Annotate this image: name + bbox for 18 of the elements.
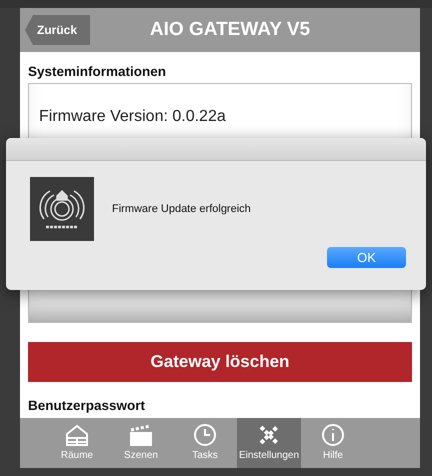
page-title: AIO GATEWAY V5 bbox=[150, 19, 310, 40]
house-icon bbox=[64, 422, 90, 448]
tab[interactable]: Tasks bbox=[173, 418, 237, 468]
section-heading: Benutzerpasswort bbox=[28, 398, 146, 413]
dialog-message: Firmware Update erfolgreich bbox=[112, 203, 251, 215]
clapperboard-icon bbox=[128, 422, 154, 448]
tab[interactable]: Hilfe bbox=[301, 418, 365, 468]
tab[interactable]: Einstellungen bbox=[237, 418, 301, 468]
clock-icon bbox=[192, 422, 218, 448]
ok-button[interactable]: OK bbox=[327, 247, 406, 268]
info-icon bbox=[320, 422, 346, 448]
tab[interactable]: Szenen bbox=[109, 418, 173, 468]
firmware-version: Firmware Version: 0.0.22a bbox=[39, 108, 227, 126]
tab[interactable]: Räume bbox=[45, 418, 109, 468]
logo-icon bbox=[30, 177, 94, 241]
back-button[interactable]: Zurück bbox=[25, 15, 90, 45]
section-heading: Systeminformationen bbox=[28, 64, 168, 79]
delete-gateway-button[interactable]: Gateway löschen bbox=[28, 342, 412, 382]
